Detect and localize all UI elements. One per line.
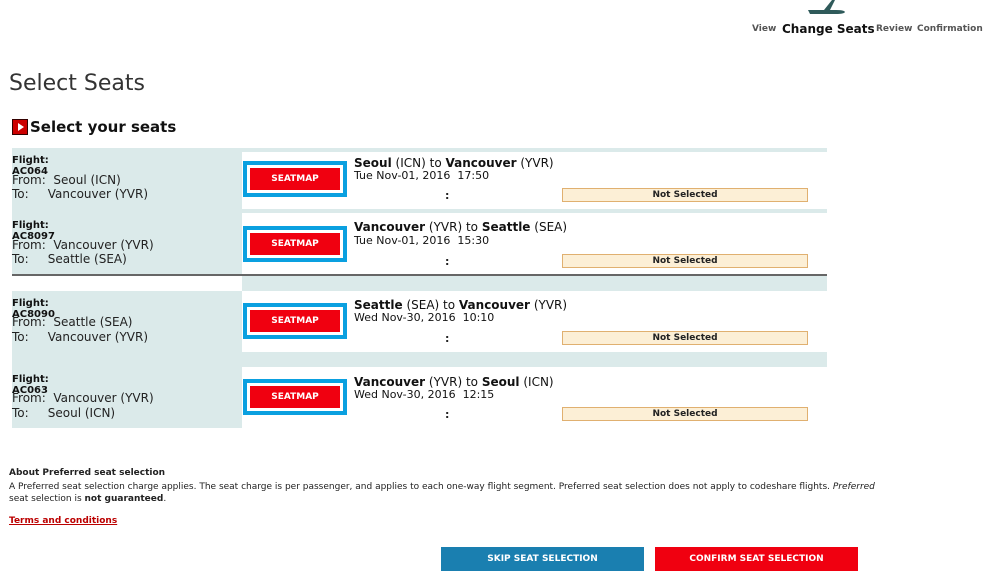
seatmap-button[interactable]: SEATMAP — [250, 386, 340, 408]
route-from-city: Vancouver — [354, 375, 426, 389]
seat-status: Not Selected — [562, 188, 808, 202]
seatmap-highlight: SEATMAP — [243, 161, 347, 197]
flight-from: From: Vancouver (YVR) — [12, 238, 154, 252]
seatmap-highlight: SEATMAP — [243, 379, 347, 415]
route: Seoul (ICN) to Vancouver (YVR) — [354, 156, 554, 170]
band — [242, 352, 827, 367]
route-to-city: Vancouver — [458, 298, 530, 312]
route-to-code: (ICN) — [523, 375, 554, 389]
band — [242, 148, 827, 152]
seatmap-highlight: SEATMAP — [243, 303, 347, 339]
route-from-city: Vancouver — [354, 220, 426, 234]
flight-from: From: Vancouver (YVR) — [12, 391, 154, 405]
seatmap-button[interactable]: SEATMAP — [250, 233, 340, 255]
route-to-city: Seattle — [481, 220, 531, 234]
route-to-word: to — [443, 298, 456, 312]
page-title: Select Seats — [9, 71, 145, 96]
terms-link[interactable]: Terms and conditions — [9, 516, 117, 526]
step-view[interactable]: View — [752, 24, 776, 34]
about-title: About Preferred seat selection — [9, 468, 166, 478]
band — [242, 209, 827, 213]
seat-assignment: : — [445, 332, 450, 345]
skip-seat-selection-button[interactable]: SKIP SEAT SELECTION — [441, 547, 644, 571]
about-text-italic: Preferred — [832, 482, 875, 492]
route-from-code: (SEA) — [406, 298, 440, 312]
about-text-3: . — [163, 494, 167, 504]
seatmap-highlight: SEATMAP — [243, 226, 347, 262]
departure-datetime: Tue Nov-01, 2016 15:30 — [354, 234, 490, 247]
about-text-2: seat selection is — [9, 494, 85, 504]
band — [242, 276, 827, 291]
route-to-code: (YVR) — [520, 156, 554, 170]
route-from-code: (YVR) — [428, 220, 463, 234]
seat-assignment: : — [445, 408, 450, 421]
departure-datetime: Wed Nov-30, 2016 12:15 — [354, 388, 495, 401]
flight-to: To: Seattle (SEA) — [12, 252, 127, 266]
route-to-word: to — [429, 156, 442, 170]
route-from-city: Seoul — [354, 156, 392, 170]
departure-datetime: Wed Nov-30, 2016 10:10 — [354, 311, 495, 324]
route: Seattle (SEA) to Vancouver (YVR) — [354, 298, 567, 312]
flight-to: To: Vancouver (YVR) — [12, 330, 149, 344]
route-to-city: Vancouver — [445, 156, 517, 170]
step-confirmation[interactable]: Confirmation — [917, 24, 983, 34]
step-change-seats: Change Seats — [782, 22, 875, 36]
arrow-right-icon — [12, 119, 28, 135]
about-text-1: A Preferred seat selection charge applie… — [9, 482, 833, 492]
route-to-code: (SEA) — [534, 220, 568, 234]
airplane-icon — [808, 0, 845, 14]
seatmap-button[interactable]: SEATMAP — [250, 310, 340, 332]
route: Vancouver (YVR) to Seattle (SEA) — [354, 220, 567, 234]
flight-from: From: Seattle (SEA) — [12, 315, 133, 329]
seatmap-button[interactable]: SEATMAP — [250, 168, 340, 190]
about-text-bold: not guaranteed — [84, 494, 164, 504]
seat-status: Not Selected — [562, 254, 808, 268]
route: Vancouver (YVR) to Seoul (ICN) — [354, 375, 554, 389]
flight-from: From: Seoul (ICN) — [12, 173, 121, 187]
route-from-code: (YVR) — [428, 375, 463, 389]
route-from-city: Seattle — [354, 298, 403, 312]
confirm-seat-selection-button[interactable]: CONFIRM SEAT SELECTION — [655, 547, 858, 571]
route-to-city: Seoul — [481, 375, 520, 389]
section-heading: Select your seats — [12, 118, 176, 136]
departure-datetime: Tue Nov-01, 2016 17:50 — [354, 169, 490, 182]
section-title: Select your seats — [30, 118, 177, 136]
route-to-code: (YVR) — [533, 298, 568, 312]
about-text: A Preferred seat selection charge applie… — [9, 481, 879, 505]
flight-to: To: Seoul (ICN) — [12, 406, 116, 420]
seat-assignment: : — [445, 189, 450, 202]
seat-status: Not Selected — [562, 407, 808, 421]
seat-status: Not Selected — [562, 331, 808, 345]
flight-to: To: Vancouver (YVR) — [12, 187, 149, 201]
route-to-word: to — [465, 375, 479, 389]
route-from-code: (ICN) — [395, 156, 426, 170]
route-to-word: to — [465, 220, 479, 234]
seat-assignment: : — [445, 255, 450, 268]
step-review[interactable]: Review — [876, 24, 912, 34]
